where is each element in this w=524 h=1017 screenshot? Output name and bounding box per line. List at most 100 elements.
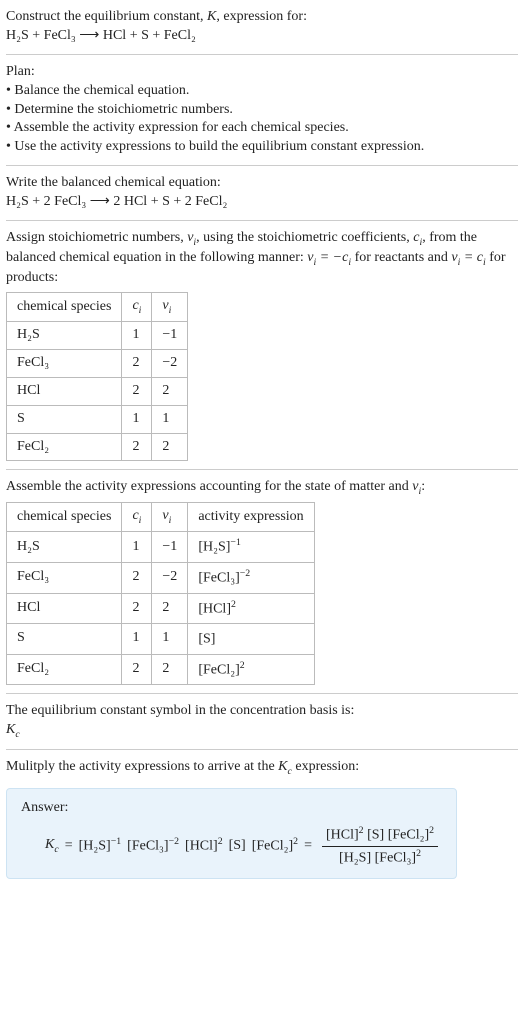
cell-species: FeCl₂	[7, 433, 122, 461]
cell-activity: [HCl]2	[188, 593, 314, 624]
cell-c: 2	[122, 654, 152, 685]
kc-inline: Kc	[278, 759, 292, 774]
cell-c: 1	[122, 624, 152, 655]
cell-v: −1	[152, 532, 188, 563]
table-row: FeCl₃2−2	[7, 349, 188, 377]
cell-v: 1	[152, 624, 188, 655]
divider	[6, 469, 518, 470]
table-header-row: chemical species ci νi	[7, 292, 188, 321]
plan-heading: Plan:	[6, 63, 518, 82]
nu-i: νi	[187, 230, 196, 245]
cell-species: FeCl₃	[7, 349, 122, 377]
term-2: [FeCl₃]−2	[127, 835, 179, 857]
table-row: H₂S1−1	[7, 321, 188, 349]
equals-2: =	[304, 837, 312, 856]
cell-species: H₂S	[7, 532, 122, 563]
cell-v: 2	[152, 433, 188, 461]
th-ci: ci	[122, 292, 152, 321]
table-header-row: chemical species ci νi activity expressi…	[7, 503, 315, 532]
table-row: FeCl₃2−2[FeCl₃]−2	[7, 562, 315, 593]
plan-item-4: • Use the activity expressions to build …	[6, 138, 518, 157]
equals-1: =	[65, 837, 73, 856]
divider	[6, 165, 518, 166]
divider	[6, 749, 518, 750]
divider	[6, 693, 518, 694]
th-nui: νi	[152, 503, 188, 532]
symbol-section: The equilibrium constant symbol in the c…	[6, 702, 518, 741]
term-4: [S]	[229, 837, 246, 856]
cell-activity: [S]	[188, 624, 314, 655]
cell-c: 2	[122, 562, 152, 593]
th-species: chemical species	[7, 503, 122, 532]
cell-v: 1	[152, 405, 188, 433]
divider	[6, 54, 518, 55]
table-row: HCl22[HCl]2	[7, 593, 315, 624]
plan-item-2: • Determine the stoichiometric numbers.	[6, 101, 518, 120]
activity-b: :	[421, 479, 425, 494]
cell-c: 1	[122, 321, 152, 349]
prompt: Construct the equilibrium constant, K, e…	[6, 8, 518, 46]
cell-c: 2	[122, 349, 152, 377]
symbol-text: The equilibrium constant symbol in the c…	[6, 702, 518, 721]
table-row: S11[S]	[7, 624, 315, 655]
cell-species: S	[7, 624, 122, 655]
cell-activity: [H₂S]−1	[188, 532, 314, 563]
cell-v: 2	[152, 654, 188, 685]
table-row: HCl22	[7, 377, 188, 405]
multiply-b: expression:	[292, 759, 359, 774]
fraction-denominator: [H₂S] [FeCl₃]2	[335, 847, 425, 869]
table-row: H₂S1−1[H₂S]−1	[7, 532, 315, 563]
fraction-numerator: [HCl]2 [S] [FeCl₂]2	[322, 824, 438, 847]
cell-c: 1	[122, 532, 152, 563]
k-symbol: K	[207, 9, 216, 24]
kc-lhs: Kc	[45, 836, 59, 856]
prompt-text-b: , expression for:	[216, 9, 307, 24]
table-row: FeCl₂22[FeCl₂]2	[7, 654, 315, 685]
cell-c: 1	[122, 405, 152, 433]
answer-fraction: [HCl]2 [S] [FeCl₂]2 [H₂S] [FeCl₃]2	[322, 824, 438, 868]
term-3: [HCl]2	[185, 835, 223, 857]
stoich-table: chemical species ci νi H₂S1−1 FeCl₃2−2 H…	[6, 292, 188, 461]
table-row: S11	[7, 405, 188, 433]
activity-a: Assemble the activity expressions accoun…	[6, 479, 412, 494]
th-nui: νi	[152, 292, 188, 321]
cell-species: HCl	[7, 593, 122, 624]
cell-c: 2	[122, 377, 152, 405]
answer-equation: Kc = [H₂S]−1 [FeCl₃]−2 [HCl]2 [S] [FeCl₂…	[21, 824, 442, 868]
multiply-a: Mulitply the activity expressions to arr…	[6, 759, 278, 774]
cell-activity: [FeCl₃]−2	[188, 562, 314, 593]
term-5: [FeCl₂]2	[252, 835, 298, 857]
th-ci: ci	[122, 503, 152, 532]
nu-eq-c: νi = ci	[451, 250, 485, 265]
divider	[6, 220, 518, 221]
nu-i-2: νi	[412, 479, 421, 494]
cell-species: FeCl₂	[7, 654, 122, 685]
plan-item-3: • Assemble the activity expression for e…	[6, 119, 518, 138]
answer-box: Answer: Kc = [H₂S]−1 [FeCl₃]−2 [HCl]2 [S…	[6, 788, 457, 879]
cell-c: 2	[122, 593, 152, 624]
th-species: chemical species	[7, 292, 122, 321]
balanced-heading: Write the balanced chemical equation:	[6, 174, 518, 193]
table-row: FeCl₂22	[7, 433, 188, 461]
activity-table: chemical species ci νi activity expressi…	[6, 502, 315, 685]
cell-v: 2	[152, 377, 188, 405]
plan-item-1: • Balance the chemical equation.	[6, 82, 518, 101]
prompt-text-a: Construct the equilibrium constant,	[6, 9, 207, 24]
multiply-text: Mulitply the activity expressions to arr…	[6, 758, 518, 778]
cell-activity: [FeCl₂]2	[188, 654, 314, 685]
cell-species: HCl	[7, 377, 122, 405]
nu-eq-neg-c: νi = −ci	[307, 250, 351, 265]
cell-v: −2	[152, 562, 188, 593]
cell-c: 2	[122, 433, 152, 461]
cell-species: H₂S	[7, 321, 122, 349]
stoich-text: Assign stoichiometric numbers, νi, using…	[6, 229, 518, 288]
balanced-section: Write the balanced chemical equation: H₂…	[6, 174, 518, 212]
cell-v: −2	[152, 349, 188, 377]
stoich-d: for reactants and	[351, 250, 451, 265]
th-activity: activity expression	[188, 503, 314, 532]
activity-text: Assemble the activity expressions accoun…	[6, 478, 518, 498]
cell-v: 2	[152, 593, 188, 624]
term-1: [H₂S]−1	[79, 835, 122, 857]
unbalanced-equation: H₂S + FeCl₃ ⟶ HCl + S + FeCl₂	[6, 28, 196, 43]
kc-symbol: Kc	[6, 721, 518, 741]
